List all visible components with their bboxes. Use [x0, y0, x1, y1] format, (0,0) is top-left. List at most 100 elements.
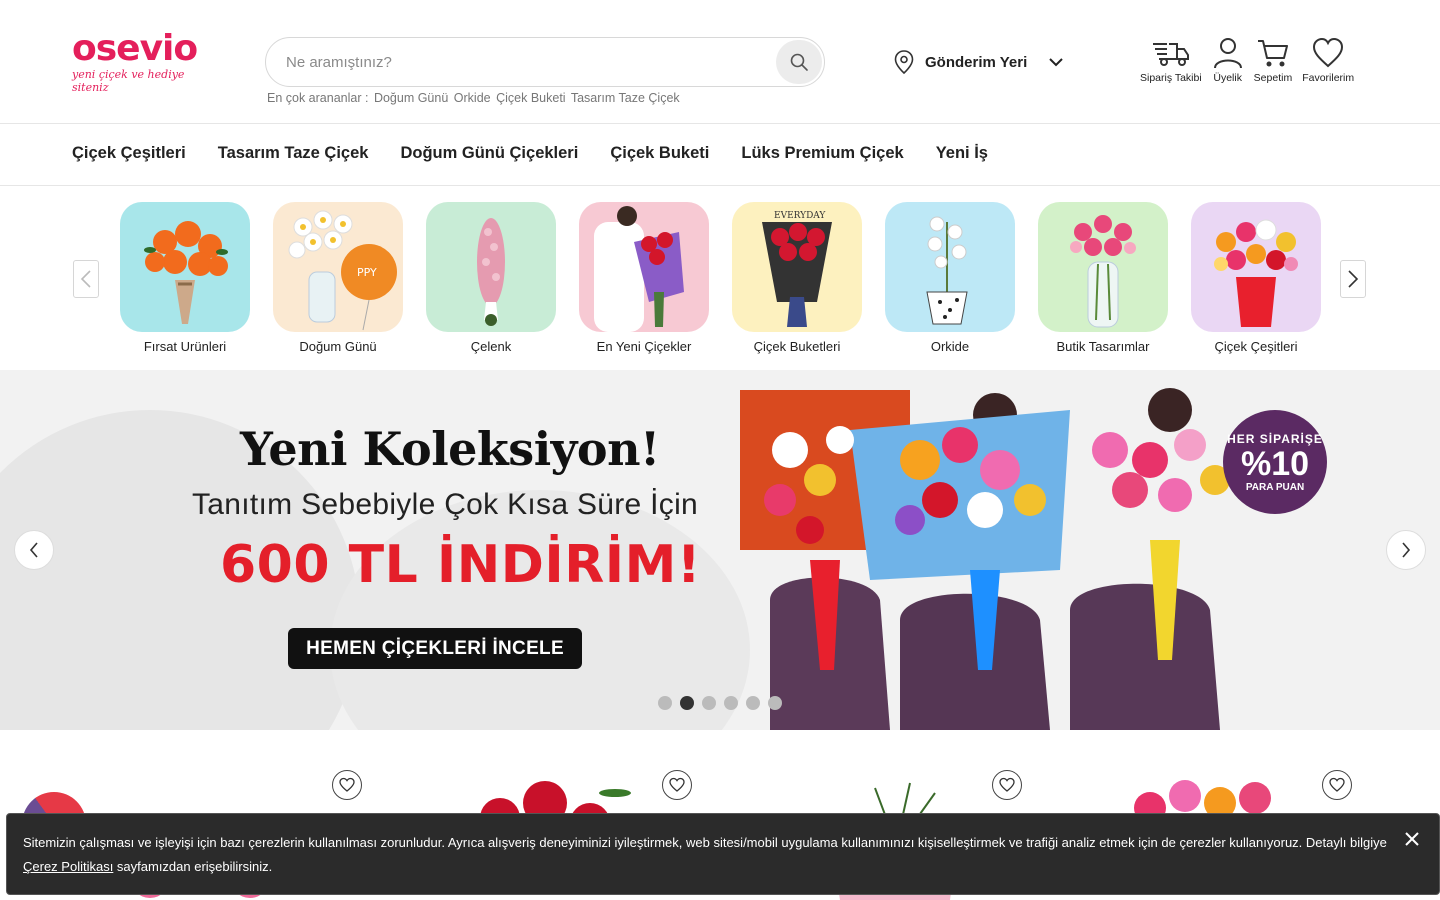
heart-icon — [1313, 37, 1344, 68]
heart-icon — [999, 777, 1015, 792]
category-label: Doğum Günü — [299, 339, 377, 354]
category-image — [1191, 202, 1321, 332]
chevron-right-icon — [1402, 542, 1411, 558]
header-actions: Sipariş Takibi Üyelik Sepetim Favorileri… — [1135, 36, 1359, 84]
membership-button[interactable]: Üyelik — [1207, 36, 1249, 84]
logo-tagline: yeni çiçek ve hediye siteniz — [72, 68, 185, 94]
category-label: Çiçek Çeşitleri — [1214, 339, 1298, 354]
category-item[interactable]: Orkide — [885, 202, 1015, 354]
category-image: EVERYDAY — [732, 202, 862, 332]
cookie-banner: Sitemizin çalışması ve işleyişi için baz… — [6, 813, 1440, 895]
category-item[interactable]: En Yeni Çiçekler — [579, 202, 709, 354]
search-box — [265, 37, 825, 87]
category-label: Orkide — [930, 339, 970, 354]
category-image — [120, 202, 250, 332]
order-tracking-label: Sipariş Takibi — [1140, 72, 1202, 84]
delivery-location-selector[interactable]: Gönderim Yeri — [893, 48, 1068, 76]
svg-text:PPY: PPY — [357, 266, 377, 279]
favorite-button[interactable] — [662, 770, 692, 800]
badge-top-text: HER SİPARİŞE — [1227, 431, 1323, 446]
pagination-dot[interactable] — [768, 696, 782, 710]
favorite-button[interactable] — [332, 770, 362, 800]
chevron-left-icon — [29, 542, 38, 558]
order-tracking-button[interactable]: Sipariş Takibi — [1135, 36, 1207, 84]
cookie-policy-link[interactable]: Çerez Politikası — [23, 859, 113, 874]
logo[interactable]: osevio yeni çiçek ve hediye siteniz — [72, 28, 212, 95]
banner-subtitle: Tanıtım Sebebiyle Çok Kısa Süre İçin — [192, 488, 699, 521]
banner-pagination — [658, 696, 782, 710]
category-item[interactable]: EVERYDAY Çiçek Buketleri — [732, 202, 862, 354]
cookie-message: Sitemizin çalışması ve işleyişi için baz… — [23, 835, 1387, 850]
favorites-label: Favorilerim — [1302, 72, 1355, 84]
pagination-dot[interactable] — [724, 696, 738, 710]
heart-icon — [669, 777, 685, 792]
category-item[interactable]: Butik Tasarımlar — [1038, 202, 1168, 354]
search-button[interactable] — [776, 40, 822, 84]
hero-banner[interactable]: Yeni Koleksiyon! Tanıtım Sebebiyle Çok K… — [0, 370, 1440, 730]
logo-text: osevio — [72, 28, 198, 69]
nav-item-new-business[interactable]: Yeni İş — [936, 144, 988, 163]
close-icon — [1405, 832, 1419, 846]
nav-item-designer-fresh[interactable]: Tasarım Taze Çiçek — [218, 144, 369, 163]
site-header: osevio yeni çiçek ve hediye siteniz En ç… — [0, 0, 1440, 124]
category-item[interactable]: Fırsat Urünleri — [120, 202, 250, 354]
category-prev-button[interactable] — [73, 260, 99, 298]
category-next-button[interactable] — [1340, 260, 1366, 298]
category-label: Fırsat Urünleri — [143, 339, 227, 354]
badge-percent: %10 — [1240, 444, 1310, 483]
popular-term[interactable]: Doğum Günü — [374, 91, 448, 105]
svg-text:EVERYDAY: EVERYDAY — [774, 211, 826, 221]
category-label: En Yeni Çiçekler — [596, 339, 692, 354]
search-icon — [790, 53, 808, 71]
truck-icon — [1152, 43, 1189, 66]
favorite-button[interactable] — [1322, 770, 1352, 800]
favorites-button[interactable]: Favorilerim — [1297, 36, 1359, 84]
popular-label: En çok arananlar : — [267, 91, 369, 105]
cookie-suffix: sayfamızdan erişebilirsiniz. — [113, 859, 273, 874]
category-label: Butik Tasarımlar — [1056, 339, 1150, 354]
category-item[interactable]: Çiçek Çeşitleri — [1191, 202, 1321, 354]
bonus-badge: HER SİPARİŞE %10 PARA PUAN — [1223, 410, 1327, 514]
main-nav: Çiçek Çeşitleri Tasarım Taze Çiçek Doğum… — [0, 124, 1440, 186]
pagination-dot[interactable] — [746, 696, 760, 710]
heart-icon — [1329, 777, 1345, 792]
heart-icon — [339, 777, 355, 792]
popular-term[interactable]: Çiçek Buketi — [496, 91, 565, 105]
chevron-down-icon — [1049, 58, 1063, 67]
cart-label: Sepetim — [1253, 72, 1293, 84]
category-item[interactable]: Çelenk — [426, 202, 556, 354]
category-label: Çiçek Buketleri — [753, 339, 841, 354]
popular-term[interactable]: Orkide — [454, 91, 491, 105]
delivery-label: Gönderim Yeri — [925, 53, 1028, 71]
nav-item-bouquet[interactable]: Çiçek Buketi — [610, 144, 709, 163]
category-image — [885, 202, 1015, 332]
search-input[interactable] — [286, 38, 766, 86]
banner-next-button[interactable] — [1386, 530, 1426, 570]
favorite-button[interactable] — [992, 770, 1022, 800]
category-image — [579, 202, 709, 332]
banner-cta-button[interactable]: HEMEN ÇİÇEKLERİ İNCELE — [288, 628, 582, 669]
category-label: Çelenk — [470, 339, 512, 354]
category-item[interactable]: PPY Doğum Günü — [273, 202, 403, 354]
cookie-text: Sitemizin çalışması ve işleyişi için baz… — [23, 831, 1393, 879]
cart-icon — [1257, 40, 1288, 67]
nav-item-birthday[interactable]: Doğum Günü Çiçekleri — [400, 144, 578, 163]
pagination-dot-active[interactable] — [680, 696, 694, 710]
nav-item-flower-types[interactable]: Çiçek Çeşitleri — [72, 144, 186, 163]
popular-searches: En çok arananlar : Doğum Günü Orkide Çiç… — [267, 91, 682, 105]
banner-bg-shape — [330, 490, 750, 730]
user-icon — [1213, 38, 1242, 69]
popular-term[interactable]: Tasarım Taze Çiçek — [571, 91, 680, 105]
category-image — [1038, 202, 1168, 332]
cart-button[interactable]: Sepetim — [1249, 36, 1298, 84]
category-carousel: Fırsat Urünleri PPY Doğum Günü Çelenk En… — [0, 186, 1440, 370]
nav-item-luxury[interactable]: Lüks Premium Çiçek — [741, 144, 903, 163]
pagination-dot[interactable] — [658, 696, 672, 710]
badge-bottom-text: PARA PUAN — [1245, 481, 1305, 493]
chevron-left-icon — [80, 270, 91, 288]
pagination-dot[interactable] — [702, 696, 716, 710]
chevron-right-icon — [1348, 270, 1359, 288]
cookie-close-button[interactable] — [1401, 828, 1423, 850]
banner-prev-button[interactable] — [14, 530, 54, 570]
category-image: PPY — [273, 202, 403, 332]
